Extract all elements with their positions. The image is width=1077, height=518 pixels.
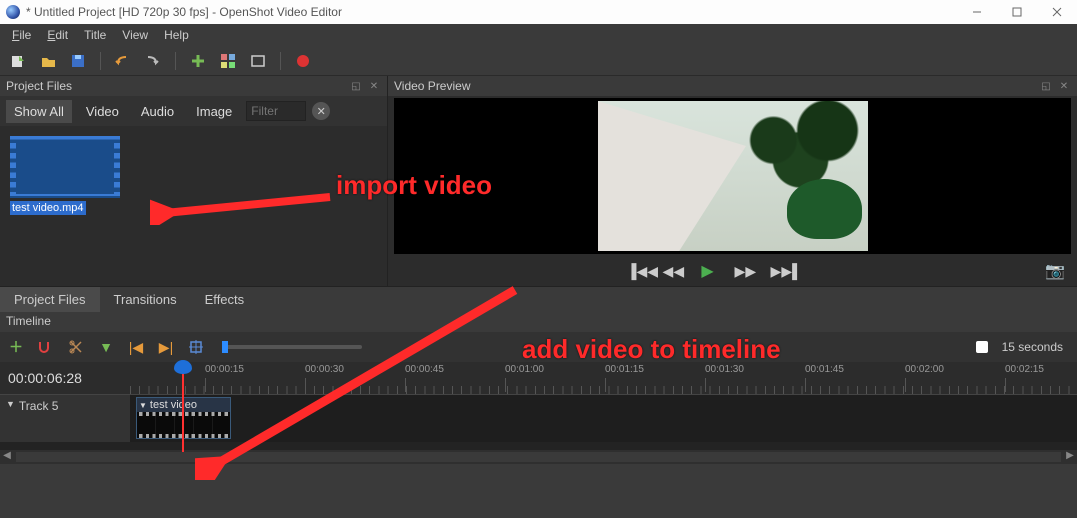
track-name: Track 5 xyxy=(19,399,59,413)
timeline-body: 00:00:06:28 00:00:15 00:00:30 00:00:45 0… xyxy=(0,362,1077,450)
choose-profile-icon[interactable] xyxy=(218,51,238,71)
scroll-left-icon[interactable]: ◀ xyxy=(0,450,14,464)
tick-label: 00:02:00 xyxy=(905,364,944,375)
open-project-icon[interactable] xyxy=(38,51,58,71)
scroll-right-icon[interactable]: ▶ xyxy=(1063,450,1077,464)
import-files-icon[interactable] xyxy=(188,51,208,71)
fullscreen-icon[interactable] xyxy=(248,51,268,71)
menu-view[interactable]: View xyxy=(114,28,156,42)
project-files-filter-row: Show All Video Audio Image ✕ xyxy=(0,96,387,126)
track-label[interactable]: ▼ Track 5 xyxy=(0,395,130,442)
tick-label: 00:01:00 xyxy=(505,364,544,375)
undock-preview-icon[interactable]: ◱ xyxy=(1039,79,1053,93)
preview-frame xyxy=(598,101,868,251)
clear-filter-icon[interactable]: ✕ xyxy=(312,102,330,120)
timeline-scrollbar[interactable]: ◀ ▶ xyxy=(0,450,1077,464)
add-track-icon[interactable]: ＋ xyxy=(6,337,26,357)
add-marker-icon[interactable]: ▼ xyxy=(96,337,116,357)
project-files-header: Project Files ◱ ✕ xyxy=(0,76,387,96)
redo-icon[interactable] xyxy=(143,51,163,71)
fast-forward-icon[interactable]: ▶▶ xyxy=(735,263,753,280)
save-project-icon[interactable] xyxy=(68,51,88,71)
track-body[interactable]: ▼ test video xyxy=(130,395,1077,442)
video-preview-viewport xyxy=(394,98,1071,254)
razor-icon[interactable] xyxy=(66,337,86,357)
tab-effects[interactable]: Effects xyxy=(191,287,259,312)
undo-icon[interactable] xyxy=(113,51,133,71)
menu-title[interactable]: Title xyxy=(76,28,114,42)
timeline-header: Timeline xyxy=(0,312,1077,332)
filter-show-all[interactable]: Show All xyxy=(6,100,72,123)
zoom-unit-label: 15 seconds xyxy=(1002,340,1063,354)
tick-label: 00:00:15 xyxy=(205,364,244,375)
close-panel-icon[interactable]: ✕ xyxy=(367,79,381,93)
tab-transitions[interactable]: Transitions xyxy=(100,287,191,312)
filter-input[interactable] xyxy=(246,101,306,121)
filter-audio[interactable]: Audio xyxy=(133,100,182,123)
filter-video[interactable]: Video xyxy=(78,100,127,123)
filter-image[interactable]: Image xyxy=(188,100,240,123)
tracks-area[interactable]: ▼ Track 5 ▼ test video xyxy=(0,394,1077,450)
next-marker-icon[interactable]: ▶| xyxy=(156,337,176,357)
minimize-button[interactable] xyxy=(957,0,997,24)
snapshot-icon[interactable]: 📷 xyxy=(1045,261,1065,281)
project-files-panel: Project Files ◱ ✕ Show All Video Audio I… xyxy=(0,76,388,286)
timecode-display: 00:00:06:28 xyxy=(8,370,82,386)
snap-icon[interactable] xyxy=(36,337,56,357)
menu-file[interactable]: File xyxy=(4,28,39,42)
app-icon xyxy=(6,5,20,19)
video-preview-header: Video Preview ◱ ✕ xyxy=(388,76,1077,96)
video-preview-title: Video Preview xyxy=(394,79,471,93)
tick-label: 00:00:30 xyxy=(305,364,344,375)
rewind-icon[interactable]: ◀◀ xyxy=(663,263,681,280)
file-item[interactable]: test video.mp4 xyxy=(10,136,120,216)
close-preview-icon[interactable]: ✕ xyxy=(1057,79,1071,93)
left-panel-tabs: Project Files Transitions Effects xyxy=(0,286,1077,312)
tick-label: 00:02:15 xyxy=(1005,364,1044,375)
export-video-icon[interactable] xyxy=(293,51,313,71)
zoom-slider[interactable] xyxy=(222,345,362,349)
zoom-slider-handle[interactable] xyxy=(222,341,228,353)
ruler-subticks xyxy=(130,386,1077,394)
close-button[interactable] xyxy=(1037,0,1077,24)
titlebar: * Untitled Project [HD 720p 30 fps] - Op… xyxy=(0,0,1077,24)
timeline-toolbar: ＋ ▼ |◀ ▶| 15 seconds xyxy=(0,332,1077,362)
project-files-title: Project Files xyxy=(6,79,72,93)
tick-label: 00:01:45 xyxy=(805,364,844,375)
timeline-title: Timeline xyxy=(6,314,51,328)
new-project-icon[interactable] xyxy=(8,51,28,71)
scrollbar-track[interactable] xyxy=(16,452,1061,462)
play-icon[interactable]: ▶ xyxy=(699,261,717,281)
file-thumbnail xyxy=(10,136,120,198)
center-playhead-icon[interactable] xyxy=(186,337,206,357)
prev-marker-icon[interactable]: |◀ xyxy=(126,337,146,357)
track-row: ▼ Track 5 ▼ test video xyxy=(0,394,1077,442)
zoom-unit-checkbox[interactable] xyxy=(976,341,988,353)
tab-project-files[interactable]: Project Files xyxy=(0,287,100,312)
main-toolbar xyxy=(0,46,1077,76)
maximize-button[interactable] xyxy=(997,0,1037,24)
tick-label: 00:00:45 xyxy=(405,364,444,375)
menu-edit[interactable]: Edit xyxy=(39,28,76,42)
panels-row: Project Files ◱ ✕ Show All Video Audio I… xyxy=(0,76,1077,286)
video-preview-panel: Video Preview ◱ ✕ ▐◀◀ ◀◀ ▶ ▶▶ ▶▶▌ 📷 xyxy=(388,76,1077,286)
jump-start-icon[interactable]: ▐◀◀ xyxy=(627,263,645,280)
tick-label: 00:01:30 xyxy=(705,364,744,375)
playback-controls: ▐◀◀ ◀◀ ▶ ▶▶ ▶▶▌ 📷 xyxy=(388,256,1077,286)
project-files-grid[interactable]: test video.mp4 xyxy=(0,126,387,286)
window-title: * Untitled Project [HD 720p 30 fps] - Op… xyxy=(26,5,957,19)
menu-help[interactable]: Help xyxy=(156,28,197,42)
chevron-down-icon[interactable]: ▼ xyxy=(6,399,15,409)
undock-icon[interactable]: ◱ xyxy=(349,79,363,93)
jump-end-icon[interactable]: ▶▶▌ xyxy=(771,263,789,280)
clip-name: test video xyxy=(150,399,197,411)
menubar: File Edit Title View Help xyxy=(0,24,1077,46)
timeline-ruler[interactable]: 00:00:06:28 00:00:15 00:00:30 00:00:45 0… xyxy=(0,362,1077,394)
tick-label: 00:01:15 xyxy=(605,364,644,375)
playhead[interactable] xyxy=(182,362,184,452)
file-name: test video.mp4 xyxy=(10,201,86,215)
chevron-down-icon[interactable]: ▼ xyxy=(139,401,147,410)
